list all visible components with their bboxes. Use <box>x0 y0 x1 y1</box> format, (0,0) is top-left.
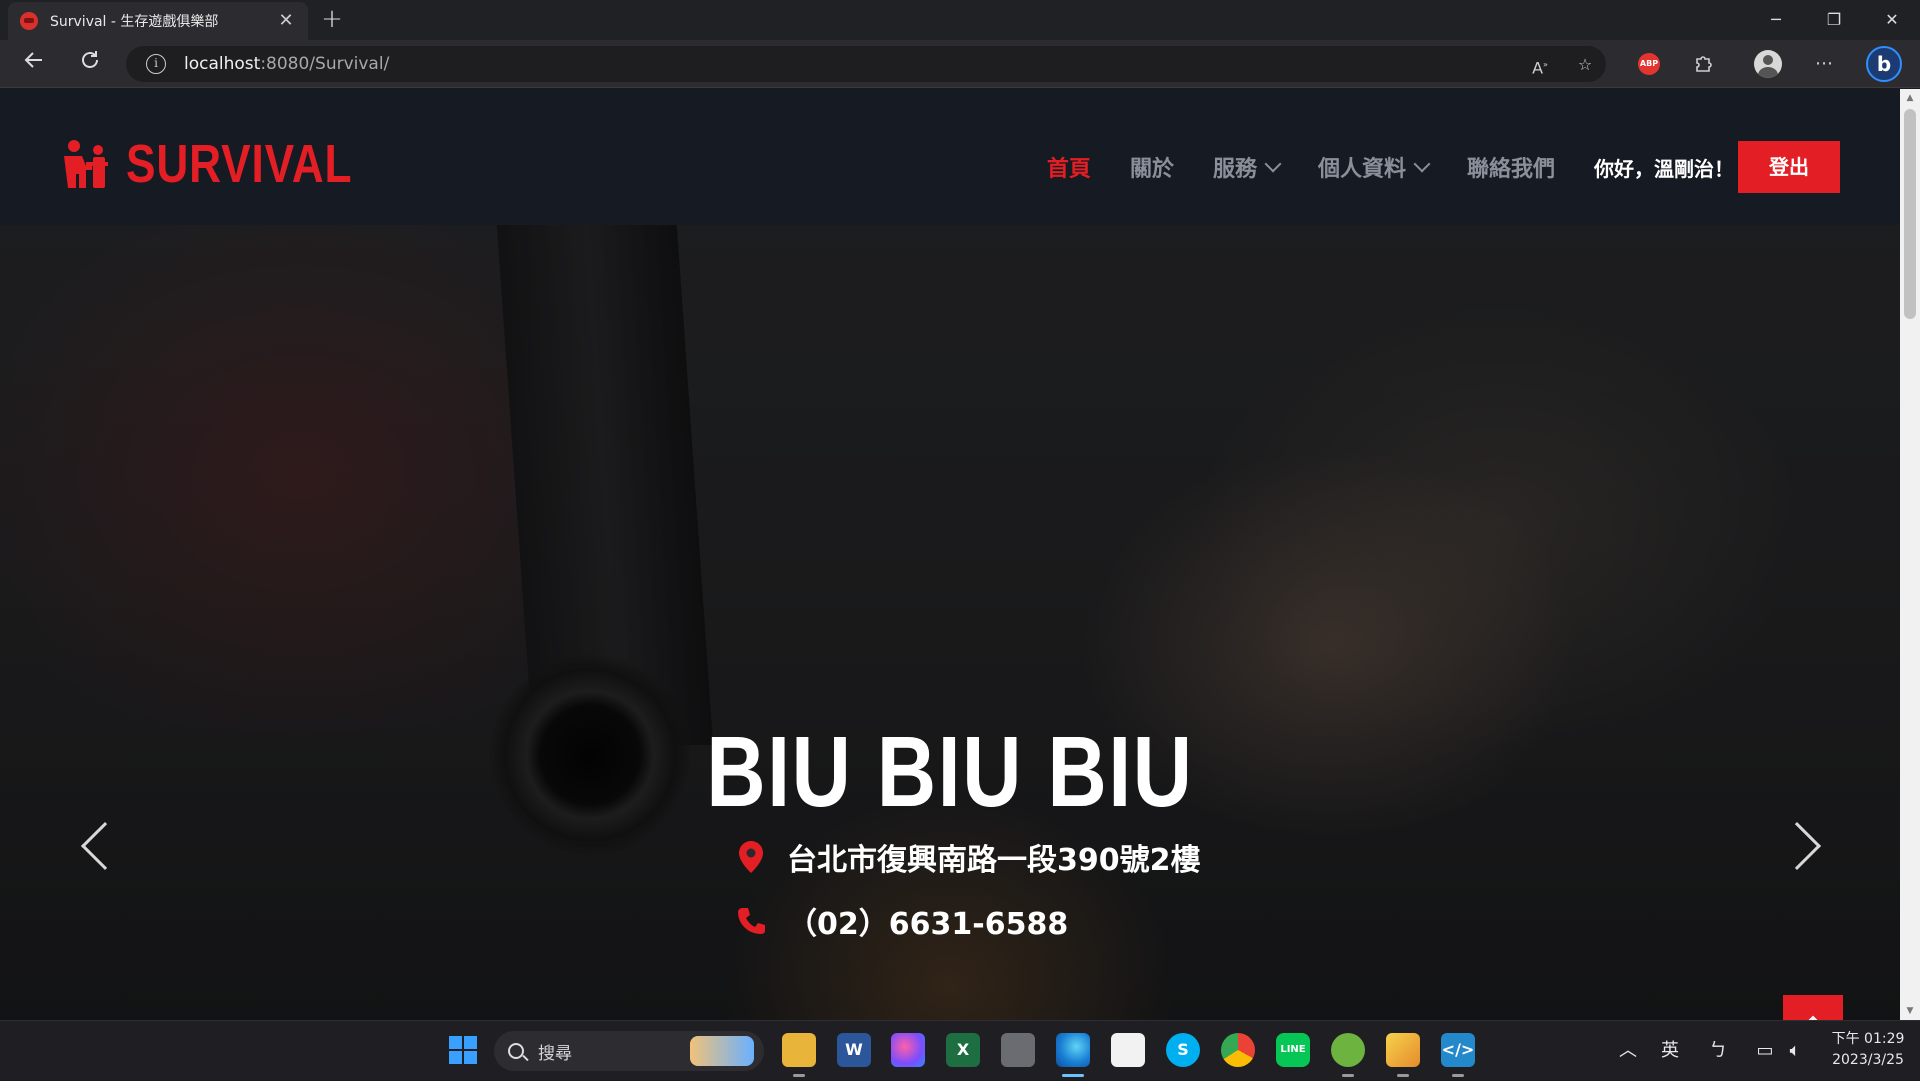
phone-icon <box>733 906 769 936</box>
carousel-next-button[interactable] <box>1772 815 1822 875</box>
clock-date: 2023/3/25 <box>1832 1052 1904 1068</box>
search-highlight-icon <box>690 1036 754 1066</box>
phone-text: （02）6631-6588 <box>787 907 1069 942</box>
address-bar-row: i localhost:8080/Survival/ A» ☆ <box>0 40 1920 88</box>
skype-icon[interactable]: S <box>1166 1033 1200 1067</box>
network-icon[interactable]: ▭ <box>1752 1021 1778 1081</box>
address-line: 台北市復興南路一段390號2樓 <box>733 825 1201 889</box>
nav-contact-label: 聯絡我們 <box>1466 157 1555 182</box>
nav-contact[interactable]: 聯絡我們 <box>1467 151 1555 183</box>
nav-profile[interactable]: 個人資料 <box>1317 151 1431 183</box>
taskbar-search-label: 搜尋 <box>538 1043 572 1064</box>
hero-carousel: BIU BIU BIU 台北市復興南路一段390號2樓 （02）6631-658… <box>0 225 1900 1020</box>
chevron-down-icon <box>1264 155 1282 173</box>
hero-contact-info: 台北市復興南路一段390號2樓 （02）6631-6588 <box>733 825 1201 953</box>
extensions-icon[interactable] <box>1692 52 1716 76</box>
excel-icon[interactable]: X <box>946 1033 980 1067</box>
map-pin-icon <box>733 841 769 873</box>
ime-language-indicator[interactable]: 英 <box>1656 1021 1684 1081</box>
nav-services-label: 服務 <box>1212 157 1257 182</box>
search-icon <box>508 1043 524 1059</box>
running-indicator <box>1452 1074 1464 1077</box>
close-window-button[interactable]: ✕ <box>1864 0 1920 40</box>
url-path: :8080/Survival/ <box>260 54 390 74</box>
more-menu-icon[interactable]: ⋯ <box>1812 52 1836 76</box>
tab-title: Survival - 生存遊戲俱樂部 <box>50 14 219 30</box>
bing-copilot-icon[interactable]: b <box>1866 46 1902 82</box>
running-indicator <box>1342 1074 1354 1077</box>
new-tab-button[interactable]: + <box>318 6 346 34</box>
word-icon[interactable]: W <box>837 1033 871 1067</box>
sticky-notes-icon[interactable] <box>1386 1033 1420 1067</box>
site-logo[interactable]: SURVIVAL <box>60 133 402 195</box>
scroll-up-arrow-icon[interactable]: ▲ <box>1900 89 1920 107</box>
clock-time: 下午 01:29 <box>1831 1031 1905 1047</box>
volume-icon[interactable]: 🔈︎ <box>1782 1021 1808 1081</box>
main-nav: 首頁 關於 服務 個人資料 聯絡我們 你好，溫剛治！ 登出 <box>1008 141 1900 193</box>
scrollbar-thumb[interactable] <box>1904 109 1916 319</box>
back-button[interactable] <box>18 48 50 80</box>
site-header: SURVIVAL 首頁 關於 服務 個人資料 聯絡我們 你好，溫剛治！ 登出 <box>0 89 1900 225</box>
vscode-icon[interactable]: </> <box>1441 1033 1475 1067</box>
read-aloud-icon[interactable]: A» <box>1529 54 1551 77</box>
address-text: 台北市復興南路一段390號2樓 <box>787 843 1201 878</box>
reload-button[interactable] <box>74 48 106 80</box>
hero-title: BIU BIU BIU <box>706 716 1194 828</box>
restore-button[interactable]: ❐ <box>1806 0 1862 40</box>
file-explorer-icon[interactable] <box>782 1033 816 1067</box>
nav-profile-label: 個人資料 <box>1317 157 1406 182</box>
reload-icon <box>82 51 98 68</box>
tray-overflow-chevron-icon[interactable]: ︿ <box>1616 1021 1640 1081</box>
profile-avatar[interactable] <box>1754 50 1782 78</box>
line-icon[interactable]: LINE <box>1276 1033 1310 1067</box>
back-to-top-button[interactable] <box>1783 995 1843 1020</box>
logout-button[interactable]: 登出 <box>1738 141 1840 193</box>
nav-services[interactable]: 服務 <box>1212 151 1282 183</box>
calculator-icon[interactable] <box>1001 1033 1035 1067</box>
spring-tool-icon[interactable] <box>1331 1033 1365 1067</box>
nav-about-label: 關於 <box>1129 157 1174 182</box>
adblock-plus-icon[interactable]: ABP <box>1638 53 1660 75</box>
paint-icon[interactable] <box>891 1033 925 1067</box>
ime-mode-icon[interactable]: ㄅ <box>1704 1021 1732 1081</box>
running-indicator <box>793 1074 805 1077</box>
tab-close-icon[interactable]: ✕ <box>276 11 296 31</box>
survival-logo-icon <box>64 140 108 188</box>
site-favicon-icon <box>20 12 38 30</box>
url-host: localhost <box>184 54 261 74</box>
minimize-button[interactable]: ─ <box>1748 0 1804 40</box>
nav-home[interactable]: 首頁 <box>1047 151 1091 183</box>
add-favorite-icon[interactable]: ☆ <box>1574 54 1596 76</box>
active-app-indicator <box>1062 1074 1084 1077</box>
page-viewport: SURVIVAL 首頁 關於 服務 個人資料 聯絡我們 你好，溫剛治！ 登出 B… <box>0 89 1900 1020</box>
phone-line: （02）6631-6588 <box>733 889 1201 953</box>
user-greeting: 你好，溫剛治！ <box>1594 156 1734 181</box>
system-clock[interactable]: 下午 01:29 2023/3/25 <box>1818 1029 1918 1071</box>
browser-tab[interactable]: Survival - 生存遊戲俱樂部 ✕ <box>8 2 308 40</box>
taskbar-search[interactable]: 搜尋 <box>494 1031 764 1071</box>
url-field[interactable]: i localhost:8080/Survival/ <box>126 46 1606 82</box>
page-scrollbar[interactable]: ▲ ▼ <box>1900 89 1920 1020</box>
carousel-prev-button[interactable] <box>78 815 130 875</box>
puzzle-icon <box>1696 56 1712 72</box>
chevron-down-icon <box>1413 155 1431 173</box>
windows-start-icon[interactable] <box>446 1033 480 1067</box>
nav-about[interactable]: 關於 <box>1130 151 1174 183</box>
nav-home-label: 首頁 <box>1046 157 1091 182</box>
brand-name: SURVIVAL <box>126 134 353 194</box>
back-arrow-icon <box>24 52 42 68</box>
scroll-down-arrow-icon[interactable]: ▼ <box>1900 1002 1920 1020</box>
taskbar: 搜尋 W X S LINE </> ︿ 英 ㄅ ▭ 🔈︎ 下午 01:29 20… <box>0 1020 1920 1080</box>
store-icon[interactable] <box>1111 1033 1145 1067</box>
tab-bar: Survival - 生存遊戲俱樂部 ✕ + ─ ❐ ✕ <box>0 0 1920 40</box>
chrome-icon[interactable] <box>1221 1033 1255 1067</box>
running-indicator <box>1397 1074 1409 1077</box>
edge-icon[interactable] <box>1056 1033 1090 1067</box>
site-info-icon[interactable]: i <box>146 54 166 74</box>
